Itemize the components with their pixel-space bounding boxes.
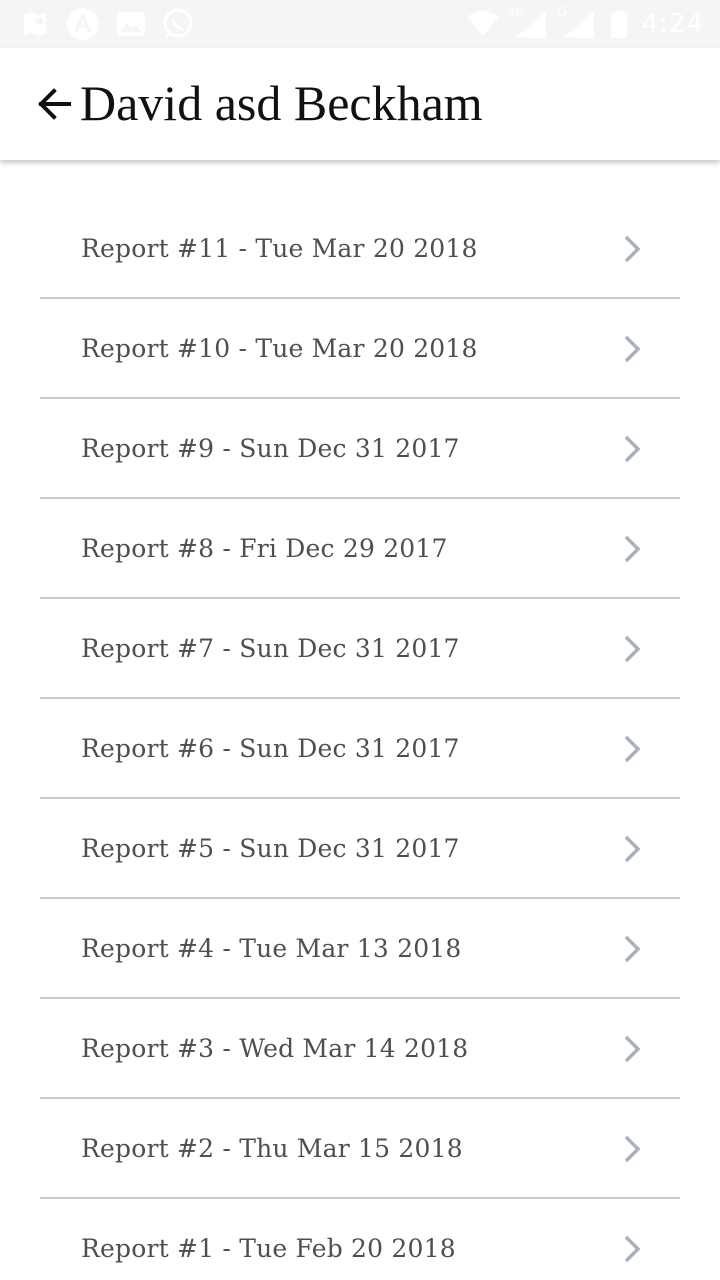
status-bar: 3G G 4:24 (0, 0, 720, 48)
a-circle-icon (66, 7, 100, 41)
chevron-right-icon (624, 1135, 641, 1163)
report-label: Report #7 - Sun Dec 31 2017 (81, 634, 460, 663)
report-item[interactable]: Report #2 - Thu Mar 15 2018 (40, 1099, 680, 1199)
report-label: Report #5 - Sun Dec 31 2017 (81, 834, 460, 863)
report-item[interactable]: Report #1 - Tue Feb 20 2018 (40, 1199, 680, 1280)
report-label: Report #9 - Sun Dec 31 2017 (81, 434, 460, 463)
report-item[interactable]: Report #5 - Sun Dec 31 2017 (40, 799, 680, 899)
status-time: 4:24 (641, 9, 704, 39)
report-item[interactable]: Report #9 - Sun Dec 31 2017 (40, 399, 680, 499)
chevron-right-icon (624, 635, 641, 663)
arrow-left-icon (38, 88, 71, 120)
chevron-right-icon (624, 1235, 641, 1263)
chevron-right-icon (624, 1035, 641, 1063)
report-item[interactable]: Report #11 - Tue Mar 20 2018 (40, 199, 680, 299)
image-icon (116, 11, 146, 37)
status-left (20, 6, 194, 42)
report-label: Report #2 - Thu Mar 15 2018 (81, 1134, 463, 1163)
battery-icon (610, 10, 628, 38)
back-button[interactable] (34, 84, 74, 124)
status-right: 3G G 4:24 (466, 5, 704, 42)
report-label: Report #1 - Tue Feb 20 2018 (81, 1234, 456, 1263)
page-title: David asd Beckham (80, 75, 483, 131)
report-item[interactable]: Report #7 - Sun Dec 31 2017 (40, 599, 680, 699)
chevron-right-icon (624, 935, 641, 963)
network-label-g: G (557, 5, 567, 19)
report-label: Report #3 - Wed Mar 14 2018 (81, 1034, 469, 1063)
report-item[interactable]: Report #3 - Wed Mar 14 2018 (40, 999, 680, 1099)
chevron-right-icon (624, 335, 641, 363)
report-item[interactable]: Report #8 - Fri Dec 29 2017 (40, 499, 680, 599)
report-label: Report #6 - Sun Dec 31 2017 (81, 734, 460, 763)
report-label: Report #11 - Tue Mar 20 2018 (81, 234, 478, 263)
chevron-right-icon (624, 435, 641, 463)
chevron-right-icon (624, 735, 641, 763)
network-label-3g: 3G (507, 5, 525, 19)
wifi-icon (466, 11, 500, 37)
app-bar: David asd Beckham (0, 48, 720, 160)
chevron-right-icon (624, 535, 641, 563)
whatsapp-icon (162, 8, 194, 40)
chevron-right-icon (624, 235, 641, 263)
report-list: Report #11 - Tue Mar 20 2018 Report #10 … (40, 199, 680, 1280)
maps-icon (20, 9, 50, 39)
signal-icon: 3G (508, 5, 548, 39)
report-label: Report #4 - Tue Mar 13 2018 (81, 934, 462, 963)
report-item[interactable]: Report #10 - Tue Mar 20 2018 (40, 299, 680, 399)
report-item[interactable]: Report #6 - Sun Dec 31 2017 (40, 699, 680, 799)
signal-icon: G (558, 5, 596, 39)
report-item[interactable]: Report #4 - Tue Mar 13 2018 (40, 899, 680, 999)
report-label: Report #10 - Tue Mar 20 2018 (81, 334, 478, 363)
chevron-right-icon (624, 835, 641, 863)
report-label: Report #8 - Fri Dec 29 2017 (81, 534, 448, 563)
